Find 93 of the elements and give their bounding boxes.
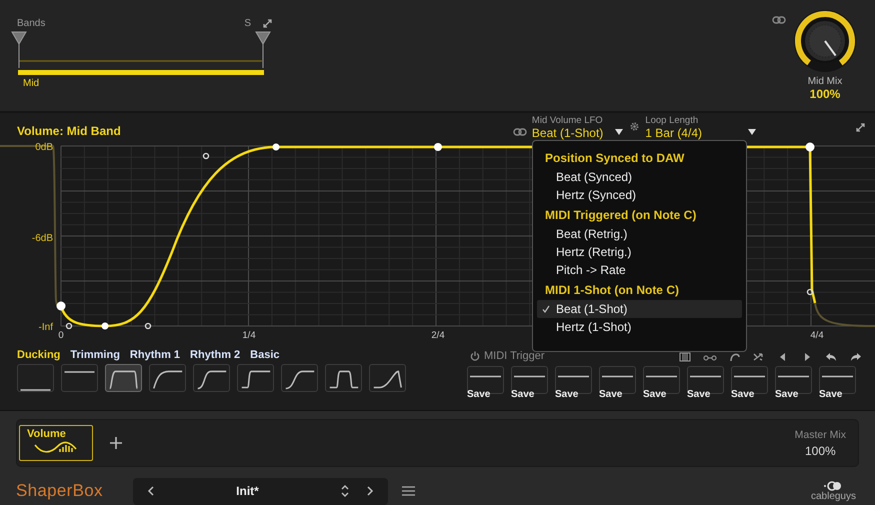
curve-handle[interactable] <box>66 322 72 330</box>
category-tab[interactable]: Rhythm 2 <box>190 349 240 361</box>
lfo-label: Mid Volume LFO <box>532 115 604 126</box>
band-marker[interactable] <box>11 32 27 68</box>
brand-name: cableguys <box>810 490 856 502</box>
app-logo: ShaperBox <box>16 481 104 501</box>
add-icon[interactable] <box>109 436 123 450</box>
menu-heading: MIDI Triggered (on Note C) <box>544 207 698 224</box>
menu-item[interactable]: Beat (Synced) <box>537 168 742 186</box>
axis-label: 0dB <box>35 142 53 153</box>
category-tab[interactable]: Ducking <box>17 349 60 361</box>
menu-heading: Position Synced to DAW <box>544 150 686 167</box>
shape-preset[interactable] <box>325 364 362 392</box>
axis-label: 4/4 <box>810 330 824 340</box>
flat-line-icon <box>778 375 809 378</box>
undo-icon[interactable] <box>825 352 838 362</box>
shape-preset[interactable] <box>105 364 142 392</box>
shape-preset[interactable] <box>369 364 406 392</box>
brand-icon <box>823 480 844 490</box>
next-icon[interactable] <box>367 486 374 496</box>
loop-length-label: Loop Length <box>645 115 700 126</box>
shape-preset[interactable] <box>281 364 318 392</box>
wave-bars-icon <box>34 440 78 454</box>
check-icon <box>542 305 550 313</box>
shape-preset[interactable] <box>17 364 54 392</box>
expand-icon[interactable] <box>263 18 272 28</box>
curve-point[interactable] <box>806 142 814 152</box>
power-icon[interactable] <box>470 351 480 361</box>
flat-line-icon <box>470 375 501 378</box>
curve-icon[interactable] <box>729 352 741 362</box>
midi-trigger-label: MIDI Trigger <box>484 350 545 362</box>
menu-item[interactable]: Hertz (Synced) <box>537 186 742 204</box>
flat-line-icon <box>646 375 677 378</box>
curve-handle[interactable] <box>144 322 152 330</box>
flat-line-icon <box>514 375 545 378</box>
axis-label: -Inf <box>38 322 53 333</box>
flat-line-icon <box>734 375 765 378</box>
caret-icon[interactable] <box>615 129 624 135</box>
flat-line-icon <box>690 375 721 378</box>
bands-label: Bands <box>17 18 46 28</box>
flat-line-icon <box>822 375 853 378</box>
updown-icon[interactable] <box>341 485 349 497</box>
curve-handle[interactable] <box>806 288 814 296</box>
lfo-mode-dropdown[interactable]: Beat (1-Shot) <box>532 126 604 140</box>
curve-point[interactable] <box>434 143 442 151</box>
menu-item[interactable]: Hertz (1-Shot) <box>537 318 742 336</box>
mix-value: 100% <box>810 87 840 101</box>
previous-icon[interactable] <box>147 486 154 496</box>
master-mix-label: Master Mix <box>794 428 846 440</box>
piano-icon[interactable] <box>679 352 691 362</box>
category-tab[interactable]: Basic <box>250 349 280 361</box>
shuffle-icon[interactable] <box>753 352 765 362</box>
band-name: Mid <box>22 78 40 89</box>
category-tab[interactable]: Trimming <box>70 349 120 361</box>
curve-point[interactable] <box>272 144 280 150</box>
menu-item[interactable]: Hertz (Retrig.) <box>537 243 742 261</box>
link-icon[interactable] <box>512 128 527 136</box>
axis-label: -6dB <box>32 233 53 244</box>
faded-curve <box>814 302 875 327</box>
effect-tab[interactable]: Volume <box>19 425 93 461</box>
shape-preset[interactable] <box>149 364 186 392</box>
mix-knob[interactable] <box>792 8 858 74</box>
band-marker[interactable] <box>255 32 271 68</box>
redo-icon[interactable] <box>850 352 863 362</box>
caret-icon[interactable] <box>748 129 756 135</box>
menu-icon[interactable] <box>402 486 415 496</box>
editor-title: Volume: Mid Band <box>17 124 121 138</box>
axis-label: 2/4 <box>431 330 445 340</box>
curve-handle[interactable] <box>202 152 210 160</box>
category-tab[interactable]: Rhythm 1 <box>130 349 180 361</box>
menu-item[interactable]: Beat (1-Shot) <box>537 300 742 318</box>
master-mix-value[interactable]: 100% <box>804 444 836 458</box>
shape-preset[interactable] <box>61 364 98 392</box>
axis-label: 1/4 <box>242 330 256 340</box>
gear-icon[interactable] <box>630 122 640 131</box>
expand-icon[interactable] <box>856 123 865 132</box>
menu-item[interactable]: Pitch -> Rate <box>537 261 742 279</box>
link-icon[interactable] <box>772 16 786 24</box>
mix-label: Mid Mix <box>808 76 842 87</box>
axis-label: 0 <box>58 330 64 340</box>
curve-point[interactable] <box>102 322 108 330</box>
loop-length-dropdown[interactable]: 1 Bar (4/4) <box>645 126 702 140</box>
shape-preset[interactable] <box>193 364 230 392</box>
curve-point[interactable] <box>56 302 66 310</box>
shape-preset[interactable] <box>237 364 274 392</box>
flat-line-icon <box>558 375 589 378</box>
flat-line-icon <box>602 375 633 378</box>
flat-line-icon <box>64 370 95 374</box>
menu-heading: MIDI 1-Shot (on Note C) <box>544 282 680 299</box>
preset-name[interactable]: Init* <box>154 484 341 498</box>
solo-button[interactable]: S <box>244 18 251 28</box>
flat-line-icon <box>20 388 51 392</box>
menu-item[interactable]: Beat (Retrig.) <box>537 225 742 243</box>
